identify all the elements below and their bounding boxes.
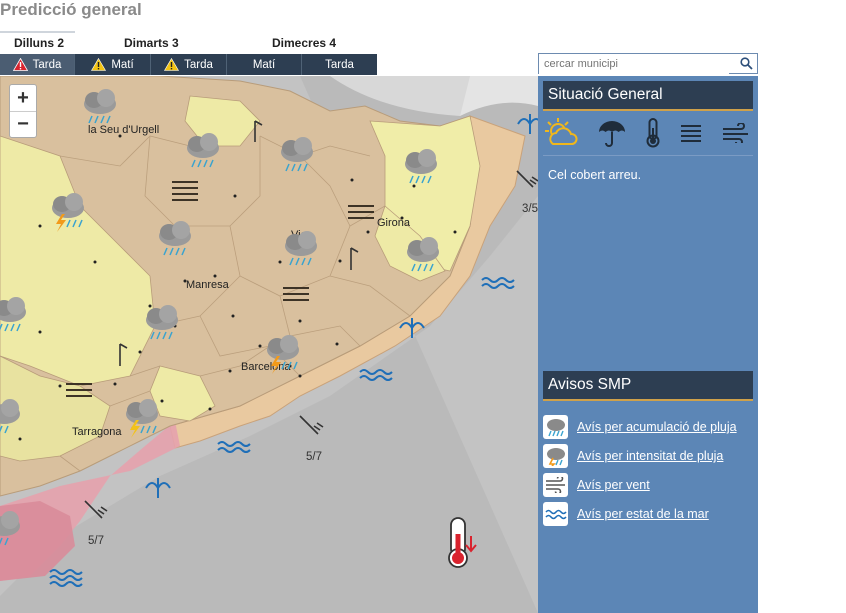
- avisos-heading: Avisos SMP: [543, 371, 753, 401]
- tab-wednesday-afternoon[interactable]: Tarda: [302, 54, 377, 75]
- thermometer-icon[interactable]: [645, 118, 661, 153]
- warning-link[interactable]: Avís per vent: [577, 478, 650, 492]
- warning-item: Avís per estat de la mar: [543, 502, 709, 526]
- situacio-heading: Situació General: [543, 81, 753, 111]
- wind-warning-icon: [543, 473, 568, 497]
- active-day-indicator: [0, 31, 75, 33]
- rain-intensity-icon: [543, 444, 568, 468]
- tab-label: Tarda: [32, 58, 62, 71]
- situacio-icon-row: [543, 116, 753, 156]
- place-label: la Seu d'Urgell: [88, 124, 159, 136]
- wind-speed-label: 5/7: [306, 451, 322, 463]
- warning-red-icon: [12, 58, 28, 71]
- tab-tuesday-afternoon[interactable]: Tarda: [151, 54, 227, 75]
- rain-accumulation-icon: [543, 415, 568, 439]
- situacio-text: Cel cobert arreu.: [548, 168, 642, 182]
- place-label: Girona: [377, 217, 411, 229]
- zoom-in-button[interactable]: +: [10, 85, 36, 111]
- sun-cloud-icon[interactable]: [545, 117, 579, 154]
- search-icon[interactable]: [740, 57, 753, 75]
- municipality-search: [538, 53, 758, 74]
- day-label-wednesday[interactable]: Dimecres 4: [272, 36, 336, 50]
- search-input[interactable]: [539, 54, 729, 74]
- warning-link[interactable]: Avís per intensitat de pluja: [577, 449, 723, 463]
- tab-monday-afternoon[interactable]: Tarda: [0, 54, 75, 75]
- warning-link[interactable]: Avís per acumulació de pluja: [577, 420, 737, 434]
- tab-wednesday-morning[interactable]: Matí: [227, 54, 302, 75]
- zoom-out-button[interactable]: −: [10, 111, 36, 137]
- wind-icon[interactable]: [721, 122, 751, 148]
- tab-tuesday-morning[interactable]: Matí: [75, 54, 151, 75]
- warning-yellow-icon: [91, 58, 107, 71]
- umbrella-icon[interactable]: [597, 118, 627, 153]
- fog-icon[interactable]: [679, 124, 703, 147]
- warning-item: Avís per vent: [543, 473, 650, 497]
- place-label: Tarragona: [72, 426, 122, 438]
- period-tabs: Tarda Matí Tarda Matí Tarda: [0, 54, 377, 75]
- place-label: Manresa: [186, 279, 230, 291]
- warning-item: Avís per intensitat de pluja: [543, 444, 723, 468]
- day-label-monday[interactable]: Dilluns 2: [14, 36, 64, 50]
- warning-item: Avís per acumulació de pluja: [543, 415, 737, 439]
- page-title: Predicció general: [0, 0, 142, 19]
- tab-label: Matí: [252, 58, 276, 71]
- warning-link[interactable]: Avís per estat de la mar: [577, 507, 709, 521]
- day-label-tuesday[interactable]: Dimarts 3: [124, 36, 179, 50]
- zoom-control: + −: [9, 84, 37, 138]
- forecast-map[interactable]: la Seu d'Urgell Girona Vic Manresa Barce…: [0, 76, 538, 613]
- tab-label: Matí: [111, 58, 134, 71]
- wind-speed-label: 3/5: [522, 203, 538, 215]
- sea-state-icon: [543, 502, 568, 526]
- tab-label: Tarda: [184, 58, 213, 71]
- tab-label: Tarda: [325, 58, 354, 71]
- warning-yellow-icon: [164, 58, 180, 71]
- wind-speed-label: 5/7: [88, 535, 104, 547]
- side-panel: Situació General Cel cobert arreu. Aviso…: [538, 76, 758, 613]
